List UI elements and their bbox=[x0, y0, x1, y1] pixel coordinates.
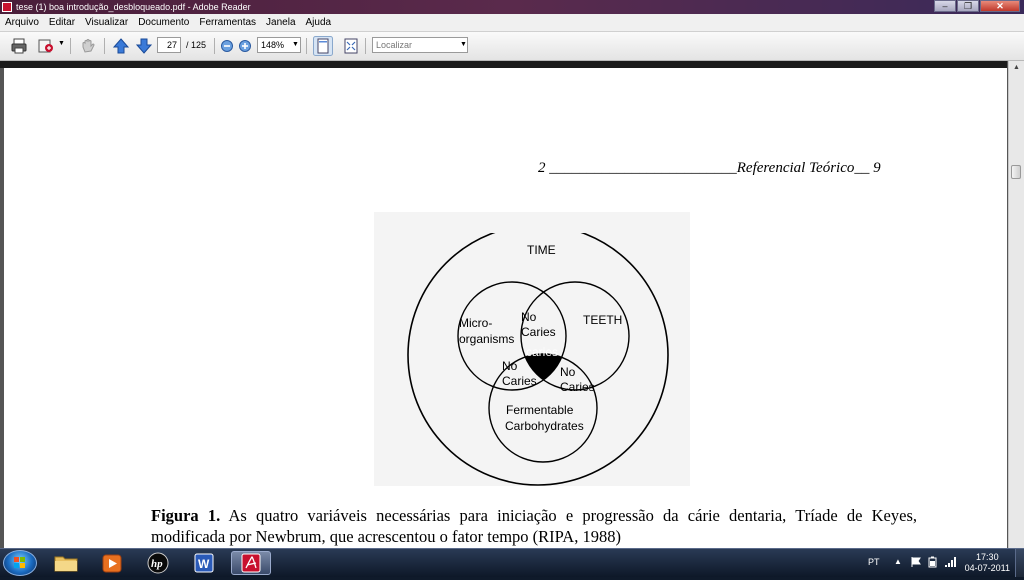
show-hidden-icons-icon[interactable]: ▲ bbox=[894, 557, 902, 566]
clock-time: 17:30 bbox=[976, 552, 999, 562]
fit-width-icon[interactable] bbox=[313, 36, 333, 56]
clock-date: 04-07-2011 bbox=[964, 563, 1010, 573]
microorganisms-label-line2: organisms bbox=[459, 332, 514, 346]
windows-logo-icon bbox=[14, 557, 25, 568]
taskbar-hp-app[interactable]: hp bbox=[138, 551, 178, 575]
system-tray: PT ▲ 17:30 04-07-2011 bbox=[852, 549, 1024, 577]
network-signal-icon[interactable] bbox=[944, 556, 958, 568]
minimize-button[interactable]: – bbox=[934, 0, 956, 12]
print-icon[interactable] bbox=[10, 37, 28, 55]
scroll-up-arrow-icon[interactable]: ▲ bbox=[1010, 61, 1023, 75]
no-caries-left-line2: Caries bbox=[502, 374, 537, 388]
keyes-triad-venn-diagram: TIME Micro- organisms TEETH No Caries No… bbox=[407, 233, 669, 486]
svg-text:hp: hp bbox=[151, 558, 163, 570]
teeth-label: TEETH bbox=[583, 313, 622, 327]
adobe-reader-icon bbox=[241, 553, 261, 573]
caries-label: caries bbox=[526, 345, 558, 359]
menu-visualizar[interactable]: Visualizar bbox=[80, 14, 133, 31]
page-number-input[interactable]: 27 bbox=[157, 37, 181, 53]
figure-caption-label: Figura 1. bbox=[151, 506, 221, 525]
window-title-bar[interactable]: tese (1) boa introdução_desbloqueado.pdf… bbox=[0, 0, 1024, 14]
show-desktop-button[interactable] bbox=[1015, 549, 1024, 577]
no-caries-top-line2: Caries bbox=[521, 325, 556, 339]
taskbar-explorer[interactable] bbox=[46, 551, 86, 575]
zoom-level-value: 148% bbox=[261, 40, 285, 50]
figure-caption-text: As quatro variáveis necessárias para ini… bbox=[151, 506, 917, 546]
start-button[interactable] bbox=[3, 550, 37, 576]
menu-bar: Arquivo Editar Visualizar Documento Ferr… bbox=[0, 14, 1024, 32]
no-caries-right-line2: Caries bbox=[560, 380, 595, 394]
share-dropdown-arrow-icon[interactable]: ▼ bbox=[58, 40, 65, 47]
windows-taskbar: hp W PT ▲ 17:30 04-07-2011 bbox=[0, 548, 1024, 577]
running-header: 2 _________________________Referencial T… bbox=[538, 160, 881, 176]
media-player-icon bbox=[102, 554, 122, 573]
hp-logo-icon: hp bbox=[147, 552, 169, 574]
menu-janela[interactable]: Janela bbox=[261, 14, 300, 31]
previous-page-icon[interactable] bbox=[112, 37, 130, 55]
toolbar-separator bbox=[306, 38, 307, 54]
share-icon[interactable] bbox=[37, 37, 55, 55]
find-input[interactable]: Localizar bbox=[372, 37, 468, 53]
microorganisms-label-line1: Micro- bbox=[459, 316, 492, 330]
adobe-reader-app-icon bbox=[2, 2, 12, 12]
window-title: tese (1) boa introdução_desbloqueado.pdf… bbox=[16, 2, 251, 12]
find-placeholder: Localizar bbox=[376, 40, 413, 50]
page-total: / 125 bbox=[186, 40, 207, 50]
zoom-out-icon[interactable] bbox=[220, 37, 234, 55]
carbohydrates-label-line1: Fermentable bbox=[506, 403, 574, 417]
menu-arquivo[interactable]: Arquivo bbox=[0, 14, 44, 31]
time-label: TIME bbox=[527, 243, 556, 257]
page-top-edge bbox=[0, 61, 1007, 68]
carbohydrates-label-line2: Carbohydrates bbox=[505, 419, 584, 433]
find-dropdown-arrow-icon[interactable]: ▼ bbox=[460, 41, 467, 48]
scrollbar-thumb[interactable] bbox=[1011, 165, 1021, 179]
pdf-page: 2 _________________________Referencial T… bbox=[4, 68, 1007, 548]
taskbar-media-player[interactable] bbox=[92, 551, 132, 575]
hand-tool-icon[interactable] bbox=[79, 37, 97, 55]
menu-ajuda[interactable]: Ajuda bbox=[301, 14, 337, 31]
toolbar-separator bbox=[104, 38, 105, 54]
zoom-in-icon[interactable] bbox=[238, 37, 252, 55]
action-center-flag-icon[interactable] bbox=[910, 556, 922, 568]
clock[interactable]: 17:30 04-07-2011 bbox=[965, 552, 1010, 574]
fit-page-icon[interactable] bbox=[342, 37, 360, 55]
svg-text:W: W bbox=[198, 557, 210, 571]
close-button[interactable]: ✕ bbox=[980, 0, 1020, 12]
taskbar-word[interactable]: W bbox=[184, 551, 224, 575]
no-caries-left-line1: No bbox=[502, 359, 518, 373]
word-icon: W bbox=[194, 553, 214, 573]
zoom-dropdown-arrow-icon[interactable]: ▼ bbox=[292, 41, 299, 48]
toolbar: ▼ 27 / 125 148% ▼ Localizar ▼ bbox=[0, 32, 1024, 61]
menu-ferramentas[interactable]: Ferramentas bbox=[194, 14, 261, 31]
language-indicator[interactable]: PT bbox=[868, 557, 880, 567]
no-caries-top-line1: No bbox=[521, 310, 537, 324]
vertical-scrollbar[interactable]: ▲ bbox=[1008, 61, 1024, 548]
maximize-button[interactable]: ❐ bbox=[957, 0, 979, 12]
menu-editar[interactable]: Editar bbox=[44, 14, 80, 31]
toolbar-separator bbox=[214, 38, 215, 54]
taskbar-adobe-reader[interactable] bbox=[231, 551, 271, 575]
no-caries-right-line1: No bbox=[560, 365, 576, 379]
next-page-icon[interactable] bbox=[135, 37, 153, 55]
figure-caption: Figura 1. As quatro variáveis necessária… bbox=[151, 505, 917, 547]
document-viewport[interactable]: 2 _________________________Referencial T… bbox=[0, 61, 1024, 548]
toolbar-separator bbox=[365, 38, 366, 54]
battery-icon[interactable] bbox=[927, 556, 939, 568]
folder-icon bbox=[54, 556, 78, 572]
toolbar-separator bbox=[70, 38, 71, 54]
menu-documento[interactable]: Documento bbox=[133, 14, 194, 31]
